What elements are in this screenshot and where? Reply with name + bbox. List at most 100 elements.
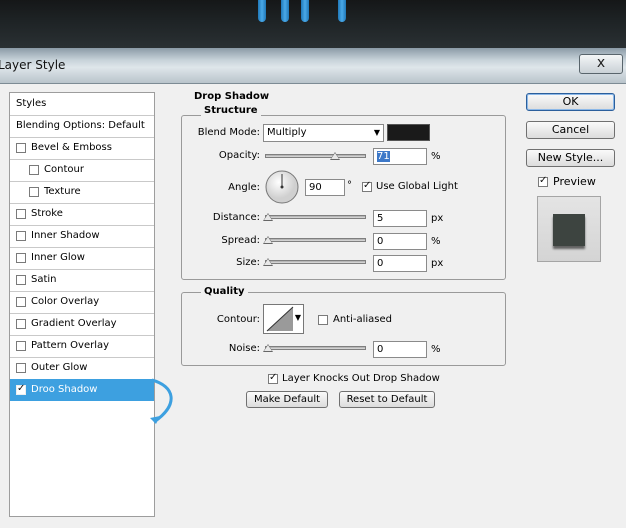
sidebar-item-checkbox[interactable]: [29, 165, 39, 175]
preview-checkbox[interactable]: [538, 175, 548, 187]
sidebar-item-checkbox[interactable]: [29, 187, 39, 197]
sidebar-item-checkbox[interactable]: [16, 143, 26, 153]
angle-unit: °: [347, 180, 352, 191]
sidebar-item[interactable]: Texture: [10, 181, 154, 204]
contour-picker[interactable]: ▼: [263, 304, 304, 334]
use-global-light-checkbox[interactable]: [362, 180, 372, 192]
sidebar-item[interactable]: Stroke: [10, 203, 154, 226]
sidebar-item-checkbox[interactable]: [16, 231, 26, 241]
opacity-label: Opacity:: [218, 150, 260, 161]
distance-slider[interactable]: [265, 215, 366, 219]
distance-input[interactable]: 5: [373, 210, 427, 227]
close-button[interactable]: x: [579, 54, 623, 74]
size-slider[interactable]: [265, 260, 366, 264]
ok-button[interactable]: OK: [526, 93, 615, 111]
sidebar-item[interactable]: Blending Options: Default: [10, 115, 154, 138]
shadow-color-swatch[interactable]: [387, 124, 430, 141]
sidebar-item-label: Inner Glow: [31, 252, 85, 263]
spread-slider[interactable]: [265, 238, 366, 242]
opacity-input[interactable]: 71: [373, 148, 427, 165]
sidebar-item[interactable]: Droo Shadow: [10, 379, 154, 401]
pipe-shape: [258, 0, 266, 22]
use-global-light-label: Use Global Light: [376, 181, 458, 192]
sidebar-item-checkbox[interactable]: [16, 297, 26, 307]
reset-to-default-button[interactable]: Reset to Default: [339, 391, 435, 408]
blend-mode-value: Multiply: [267, 127, 307, 138]
pipe-shape: [281, 0, 289, 22]
sidebar-item-label: Blending Options: Default: [16, 120, 145, 131]
sidebar-item-checkbox[interactable]: [16, 275, 26, 285]
anti-aliased-label: Anti-aliased: [333, 314, 393, 325]
sidebar-item[interactable]: Inner Glow: [10, 247, 154, 270]
noise-slider[interactable]: [265, 346, 366, 350]
sidebar-item-label: Pattern Overlay: [31, 340, 110, 351]
contour-linear-icon: [266, 306, 294, 332]
sidebar-item[interactable]: Inner Shadow: [10, 225, 154, 248]
sidebar-item-checkbox[interactable]: [16, 383, 26, 395]
opacity-unit: %: [431, 151, 441, 162]
sidebar-item-checkbox[interactable]: [16, 209, 26, 219]
size-unit: px: [431, 258, 444, 269]
size-label: Size:: [236, 257, 260, 268]
sidebar-item-label: Color Overlay: [31, 296, 100, 307]
size-slider-thumb[interactable]: [263, 258, 273, 266]
opacity-value: 71: [377, 151, 390, 162]
opacity-slider[interactable]: [265, 154, 366, 158]
sidebar-item[interactable]: Bevel & Emboss: [10, 137, 154, 160]
preview-label: Preview: [553, 175, 596, 188]
opacity-slider-thumb[interactable]: [329, 152, 340, 160]
sidebar-item[interactable]: Gradient Overlay: [10, 313, 154, 336]
new-style-button[interactable]: New Style...: [526, 149, 615, 167]
title-bar[interactable]: [0, 48, 626, 84]
drop-shadow-title: Drop Shadow: [191, 91, 273, 103]
sidebar-item[interactable]: Outer Glow: [10, 357, 154, 380]
cancel-button[interactable]: Cancel: [526, 121, 615, 139]
spread-slider-thumb[interactable]: [263, 236, 273, 244]
arrow-annotation-icon: [150, 378, 173, 424]
sidebar-item-label: Gradient Overlay: [31, 318, 117, 329]
pipe-shape: [301, 0, 309, 22]
contour-label: Contour:: [216, 314, 260, 325]
close-icon: x: [596, 55, 606, 71]
noise-label: Noise:: [228, 343, 260, 354]
distance-unit: px: [431, 213, 444, 224]
distance-slider-thumb[interactable]: [263, 213, 273, 221]
angle-label: Angle:: [228, 182, 260, 193]
preview-swatch: [553, 214, 585, 246]
style-preview: [537, 196, 601, 262]
sidebar-item[interactable]: Color Overlay: [10, 291, 154, 314]
knocks-out-checkbox[interactable]: [268, 372, 278, 384]
sidebar-item[interactable]: Pattern Overlay: [10, 335, 154, 358]
noise-slider-thumb[interactable]: [263, 344, 273, 352]
sidebar-item-checkbox[interactable]: [16, 253, 26, 263]
make-default-button[interactable]: Make Default: [246, 391, 328, 408]
angle-input[interactable]: 90: [305, 179, 345, 196]
sidebar-item[interactable]: Contour: [10, 159, 154, 182]
sidebar-item[interactable]: Styles: [10, 93, 154, 116]
spread-label: Spread:: [221, 235, 260, 246]
sidebar-item-label: Droo Shadow: [31, 384, 98, 395]
chevron-down-icon: ▼: [294, 313, 301, 322]
sidebar-item-label: Stroke: [31, 208, 63, 219]
noise-input[interactable]: 0: [373, 341, 427, 358]
distance-label: Distance:: [212, 212, 260, 223]
blend-mode-select[interactable]: Multiply ▼: [263, 124, 384, 142]
noise-unit: %: [431, 344, 441, 355]
style-list: Styles Blending Options: Default Bevel & E…: [9, 92, 155, 517]
anti-aliased-checkbox[interactable]: [318, 315, 328, 325]
angle-dial[interactable]: [264, 169, 300, 205]
sidebar-item-checkbox[interactable]: [16, 341, 26, 351]
spread-input[interactable]: 0: [373, 233, 427, 250]
sidebar-item[interactable]: Satin: [10, 269, 154, 292]
background-canvas: [0, 0, 626, 48]
chevron-down-icon: ▼: [373, 128, 380, 137]
size-input[interactable]: 0: [373, 255, 427, 272]
sidebar-item-label: Texture: [44, 186, 81, 197]
blend-mode-label: Blend Mode:: [197, 127, 260, 138]
sidebar-item-checkbox[interactable]: [16, 319, 26, 329]
sidebar-item-checkbox[interactable]: [16, 363, 26, 373]
pipe-shape: [338, 0, 346, 22]
structure-title: Structure: [201, 105, 261, 117]
sidebar-item-label: Inner Shadow: [31, 230, 100, 241]
quality-title: Quality: [201, 286, 248, 298]
